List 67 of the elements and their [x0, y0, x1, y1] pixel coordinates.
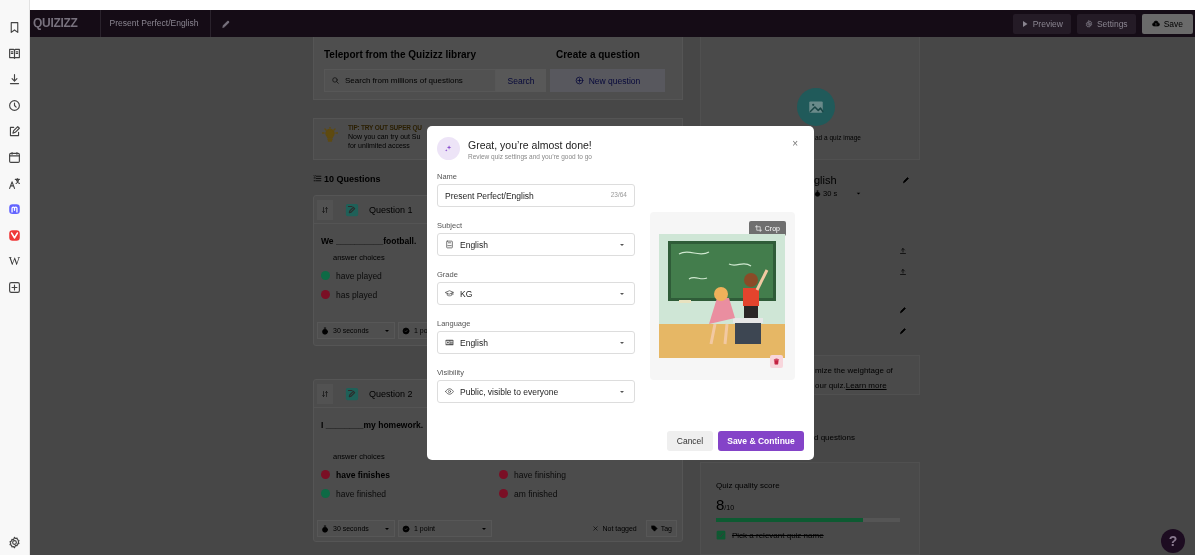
close-icon: [592, 525, 600, 532]
sort-icon: [321, 205, 329, 214]
stopwatch-icon: [321, 326, 329, 335]
close-button[interactable]: ×: [786, 137, 804, 151]
search-field[interactable]: Search from millions of questions: [324, 69, 496, 92]
save-button[interactable]: Save: [1141, 13, 1193, 34]
checklist-item: Pick a relevant quiz name: [732, 530, 824, 540]
book-icon: [445, 240, 454, 249]
cloud-icon: [1151, 19, 1160, 28]
stopwatch-icon: [321, 524, 329, 533]
section-title: Teleport from the Quizizz library: [324, 49, 478, 62]
delete-button[interactable]: [770, 355, 783, 368]
section-title: Create a question: [556, 49, 641, 62]
eye-icon: [445, 387, 454, 396]
crop-icon: [754, 225, 762, 232]
add-icon[interactable]: [8, 280, 21, 294]
download-icon[interactable]: [8, 72, 21, 86]
translate-icon[interactable]: [8, 176, 21, 190]
v-app-icon[interactable]: [8, 228, 21, 242]
question-text: I ________my homework.: [321, 420, 424, 432]
answer-choice: have played: [336, 270, 382, 281]
settings-icon: [1084, 19, 1093, 28]
question-label: Question 1: [369, 204, 413, 215]
preview-button[interactable]: Preview: [1012, 13, 1071, 34]
search-icon: [331, 76, 340, 85]
clock-icon[interactable]: [8, 98, 21, 112]
play-icon: [1020, 19, 1029, 28]
quiz-title: Present Perfect/English: [108, 17, 200, 30]
question-label: Question 2: [369, 388, 413, 399]
image-icon: [807, 98, 825, 116]
select-dropdown[interactable]: English: [437, 331, 635, 354]
bookmark-icon[interactable]: [8, 20, 21, 34]
trash-icon: [773, 358, 780, 365]
question-type-icon: [345, 202, 359, 217]
quality-title: Quiz quality score: [716, 481, 781, 492]
language-icon: [445, 338, 454, 347]
check-icon: [402, 524, 410, 533]
cancel-button[interactable]: Cancel: [667, 431, 713, 451]
edit-icon[interactable]: [8, 124, 21, 138]
book-icon[interactable]: [8, 46, 21, 60]
graduation-cap-icon: [445, 289, 454, 298]
settings-button[interactable]: Settings: [1076, 13, 1136, 34]
letter-icon[interactable]: W: [8, 255, 21, 267]
settings-icon[interactable]: [8, 535, 21, 549]
select-dropdown[interactable]: KG: [437, 282, 635, 305]
sort-icon: [321, 389, 329, 398]
tag-icon: [650, 525, 658, 532]
question-type-icon: [345, 386, 359, 401]
search-button[interactable]: Search: [496, 69, 546, 92]
question-count: 10 Questions: [324, 173, 381, 184]
add-icon: [574, 76, 584, 85]
answer-choice: have finishes: [336, 469, 390, 480]
stopwatch-icon: [814, 189, 821, 197]
image-upload-button[interactable]: [797, 88, 835, 126]
save-continue-button[interactable]: Save & Continue: [718, 431, 804, 451]
quiz-name: glish: [814, 174, 837, 186]
select-dropdown[interactable]: English: [437, 233, 635, 256]
check-icon: [402, 326, 410, 335]
dialog-title: Great, you’re almost done!: [468, 139, 592, 151]
sparkle-icon: [437, 137, 460, 160]
edit-icon[interactable]: [221, 18, 232, 29]
light-bulb-icon: [322, 127, 338, 143]
chat-app-icon[interactable]: [8, 202, 21, 216]
new-question-button[interactable]: New question: [550, 69, 665, 92]
select-dropdown[interactable]: Public, visible to everyone: [437, 380, 635, 403]
calendar-icon[interactable]: [8, 150, 21, 164]
list-icon: [313, 174, 322, 183]
